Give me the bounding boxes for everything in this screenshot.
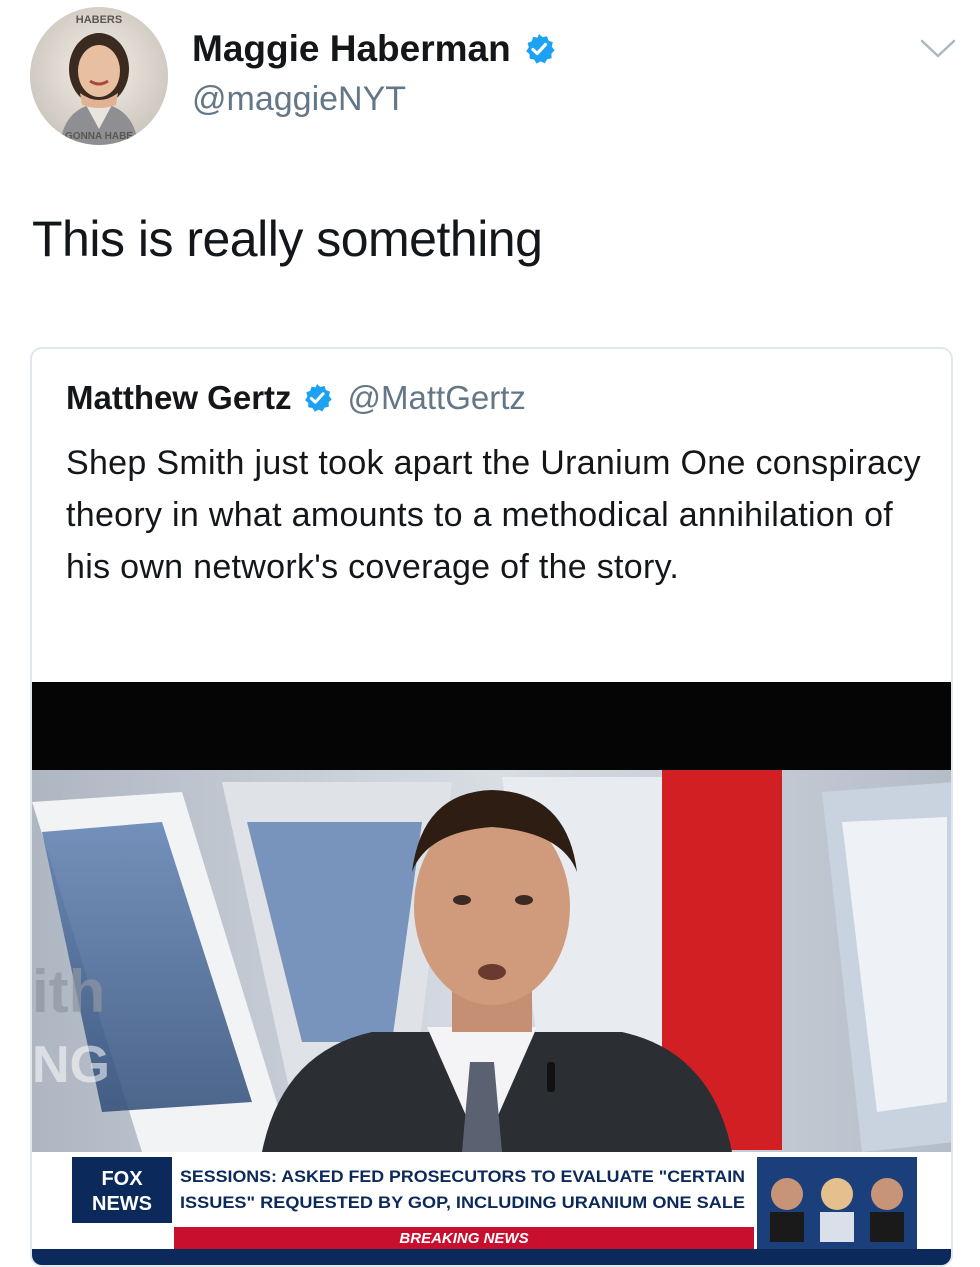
- avatar-ring-top-text: HABERS: [76, 14, 122, 26]
- chevron-down-icon[interactable]: [918, 36, 958, 62]
- verified-badge-icon: [304, 383, 332, 412]
- tweet-text: This is really something: [32, 211, 543, 267]
- author-name[interactable]: Maggie Haberman: [192, 28, 511, 70]
- author-avatar[interactable]: HABERS GONNA HABE: [30, 7, 168, 145]
- background-studio-text-2: NG: [32, 1036, 110, 1094]
- verified-badge-icon: [525, 34, 555, 64]
- quoted-tweet-card[interactable]: Matthew Gertz @MattGertz Shep Smith just…: [30, 347, 953, 1267]
- quoted-tweet-header: Matthew Gertz @MattGertz: [66, 379, 526, 417]
- network-logo-text-1: FOX: [101, 1168, 143, 1190]
- chyron-line-2: ISSUES" REQUESTED BY GOP, INCLUDING URAN…: [180, 1193, 745, 1212]
- author-name-row[interactable]: Maggie Haberman: [192, 28, 555, 70]
- breaking-news-banner: BREAKING NEWS: [399, 1230, 528, 1247]
- quoted-author-handle[interactable]: @MattGertz: [348, 379, 526, 417]
- network-logo-text-2: NEWS: [92, 1193, 152, 1215]
- quoted-tweet-text: Shep Smith just took apart the Uranium O…: [66, 444, 921, 586]
- chyron-line-1: SESSIONS: ASKED FED PROSECUTORS TO EVALU…: [180, 1167, 745, 1186]
- quoted-author-name[interactable]: Matthew Gertz: [66, 379, 292, 417]
- video-thumbnail[interactable]: ith NG FOX NEWS SESSIONS: ASKED FED PROS…: [32, 682, 951, 1265]
- author-handle[interactable]: @maggieNYT: [192, 80, 406, 119]
- background-studio-text: ith: [32, 958, 105, 1025]
- avatar-ring-bottom-text: GONNA HABE: [65, 131, 133, 142]
